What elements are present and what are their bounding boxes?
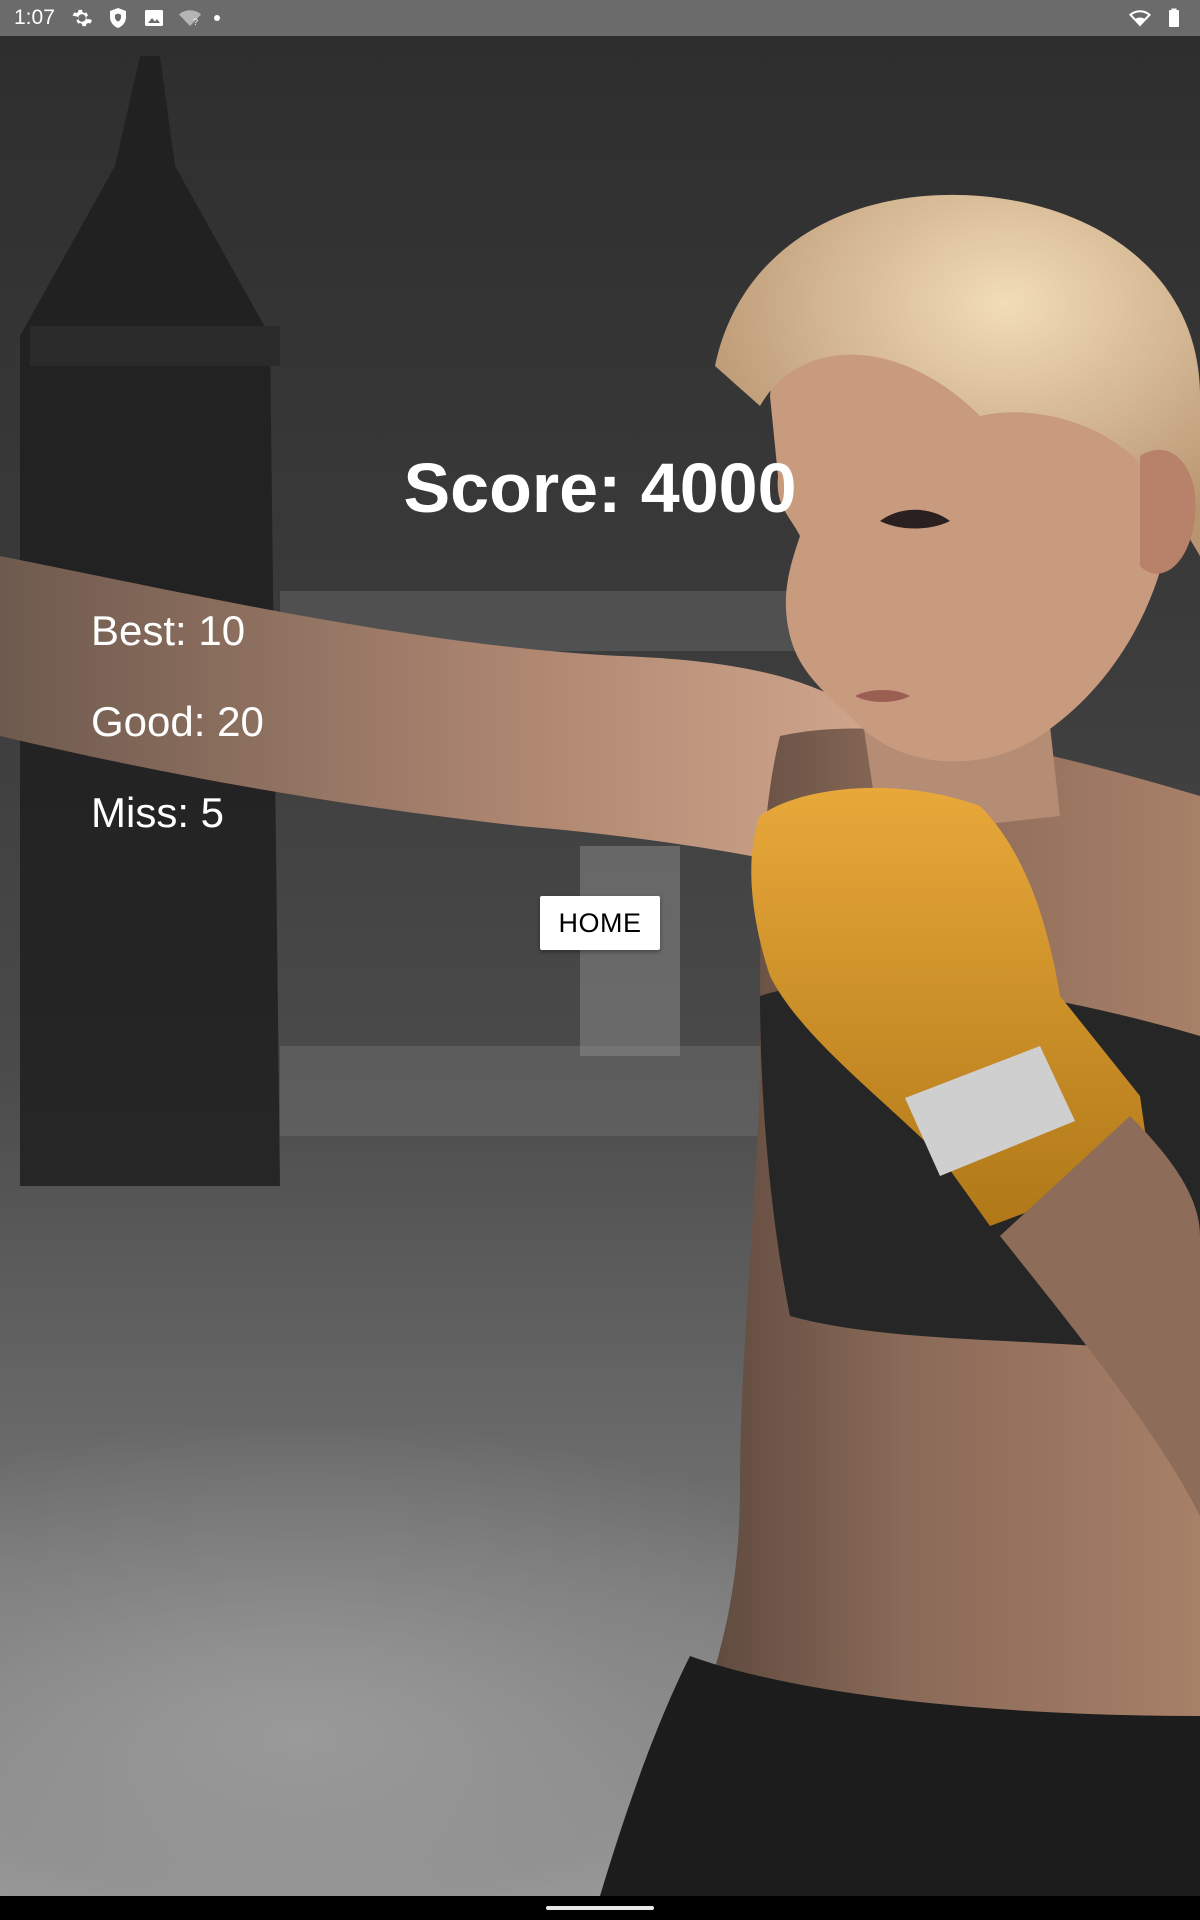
shield-icon	[110, 8, 126, 28]
notification-dot	[214, 15, 220, 21]
good-count: Good: 20	[91, 698, 264, 745]
home-indicator[interactable]	[546, 1906, 654, 1910]
status-time: 1:07	[14, 6, 55, 29]
status-icons-left: ?	[70, 6, 220, 30]
game-result-screen: 1:07 ? Score: 4000 Best: 10 Good: 20 Mis…	[0, 0, 1200, 1920]
home-button[interactable]: HOME	[540, 896, 660, 950]
miss-count: Miss: 5	[91, 789, 225, 836]
best-count: Best: 10	[91, 607, 246, 654]
image-icon	[145, 10, 163, 26]
battery-icon	[1169, 8, 1179, 27]
svg-text:?: ?	[193, 17, 198, 27]
boxer-background-image	[0, 36, 1200, 1896]
boxer-illustration	[0, 56, 1200, 1896]
wifi-icon	[1129, 10, 1151, 27]
settings-icon	[72, 9, 92, 27]
navigation-bar	[0, 1896, 1200, 1920]
status-icons-right	[1128, 6, 1186, 30]
status-bar: 1:07 ?	[0, 0, 1200, 36]
wifi-question-icon: ?	[179, 10, 201, 27]
score-title: Score: 4000	[403, 449, 797, 527]
